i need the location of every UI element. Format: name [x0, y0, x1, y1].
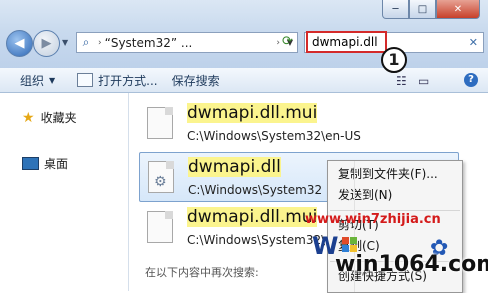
navigation-pane: ★ 收藏夹 桌面: [0, 93, 129, 291]
window-titlebar: ─ □ ✕ ◀ ▶ ▼ ⌕ › “System32” ... › ▼ ⟳ dwm…: [0, 0, 488, 68]
open-with-icon: [77, 73, 94, 87]
nav-item-label: 桌面: [44, 157, 69, 171]
forward-button[interactable]: ▶: [33, 30, 60, 57]
breadcrumb-chevron-icon[interactable]: ›: [98, 38, 102, 48]
result-filename: dwmapi.dll: [188, 157, 281, 177]
save-search-button[interactable]: 保存搜索: [166, 72, 228, 89]
result-filename: dwmapi.dll.mui: [187, 207, 318, 227]
result-path: C:\Windows\System32: [188, 183, 323, 197]
chevron-down-icon: ▼: [49, 75, 56, 85]
nav-item-label: 收藏夹: [40, 111, 77, 125]
maximize-button[interactable]: □: [409, 0, 436, 19]
address-path[interactable]: “System32” ...: [105, 36, 274, 50]
file-icon: [147, 107, 173, 139]
nav-item-desktop[interactable]: 桌面: [22, 155, 68, 172]
nav-item-favorites[interactable]: ★ 收藏夹: [22, 109, 77, 126]
minimize-button[interactable]: ─: [382, 0, 409, 19]
view-options-icon[interactable]: ☷: [396, 74, 412, 88]
menu-item-send-to[interactable]: 发送到(N): [328, 185, 462, 206]
preview-pane-icon[interactable]: ▭: [418, 74, 434, 88]
back-button[interactable]: ◀: [6, 30, 33, 57]
result-path: C:\Windows\System32\en-US: [187, 129, 361, 143]
organize-label: 组织: [20, 73, 45, 88]
arrow-right-icon: ▶: [41, 36, 52, 51]
search-highlight-box: [306, 31, 387, 53]
recent-pages-dropdown[interactable]: ▼: [62, 38, 68, 47]
refresh-icon[interactable]: ⟳: [279, 34, 296, 51]
help-icon[interactable]: ?: [464, 73, 478, 87]
menu-item-copy-to-folder[interactable]: 复制到文件夹(F)...: [328, 164, 462, 185]
star-icon: ★: [22, 109, 35, 126]
command-bar: 组织 ▼ 打开方式... 保存搜索 ☷ ▭ ?: [0, 68, 488, 93]
watermark-site: win1064.com: [335, 252, 488, 277]
search-result-item[interactable]: dwmapi.dll.mui C:\Windows\System32\en-US: [139, 99, 459, 149]
search-again-label: 在以下内容中再次搜索:: [145, 266, 259, 279]
view-controls: ☷ ▭ ?: [396, 68, 488, 92]
save-search-label: 保存搜索: [171, 73, 220, 88]
result-filename: dwmapi.dll.mui: [187, 103, 318, 123]
menu-divider: [330, 210, 460, 211]
window-controls: ─ □ ✕: [382, 0, 480, 19]
clear-search-icon[interactable]: ✕: [469, 36, 478, 49]
step-callout-badge: 1: [381, 47, 407, 73]
arrow-left-icon: ◀: [14, 36, 25, 51]
desktop-icon: [22, 157, 39, 170]
file-icon: [147, 211, 173, 243]
watermark-url: www.win7zhijia.cn: [305, 212, 441, 227]
organize-button[interactable]: 组织 ▼: [0, 72, 63, 89]
search-results-icon: ⌕: [82, 35, 90, 49]
open-with-label: 打开方式...: [98, 73, 158, 88]
close-button[interactable]: ✕: [436, 0, 480, 19]
dll-gear-icon: ⚙: [148, 161, 174, 193]
open-with-button[interactable]: 打开方式...: [63, 72, 165, 89]
address-bar[interactable]: ⌕ › “System32” ... › ▼: [76, 32, 298, 53]
